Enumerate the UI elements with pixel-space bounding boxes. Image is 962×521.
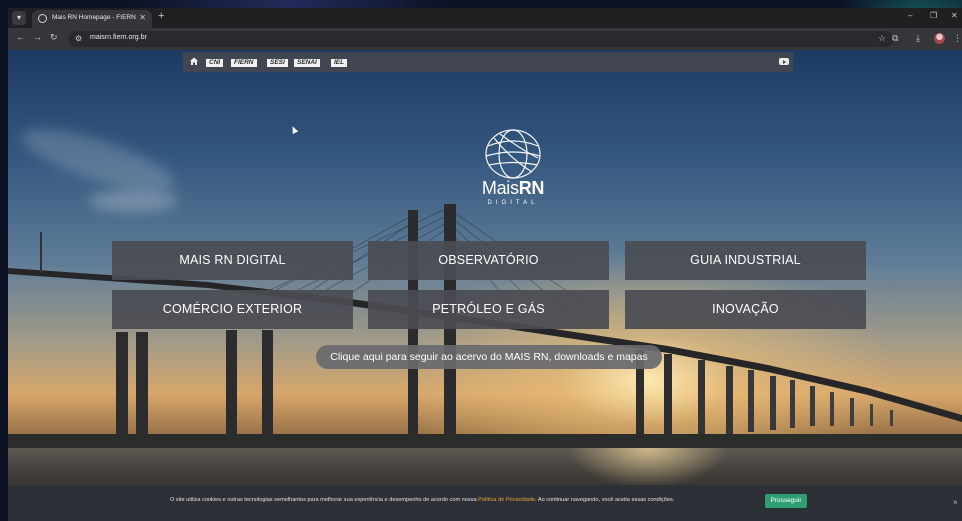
url-text[interactable]: maisrn.fiern.org.br	[90, 34, 147, 41]
more-menu-icon[interactable]: ⋮	[953, 33, 962, 44]
cookie-close-icon[interactable]: ×	[953, 498, 958, 507]
globe-icon	[485, 129, 541, 179]
browser-toolbar: ← → ↻ ⚙ maisrn.fiern.org.br ☆ ⧉ ⤓ ⋮	[8, 28, 962, 50]
menu-petroleo-e-gas[interactable]: PETRÓLEO E GÁS	[368, 290, 609, 329]
close-window-icon[interactable]: ✕	[951, 11, 958, 20]
logo-subtitle: DIGITAL	[487, 200, 539, 206]
logo-wordmark: MaisRN	[481, 178, 545, 198]
nav-link-cni[interactable]: CNI	[206, 59, 224, 67]
tab-title: Mais RN Homepage - FIERN	[52, 14, 136, 21]
privacy-policy-link[interactable]: Política de Privacidade	[478, 497, 535, 503]
cookie-accept-button[interactable]: Prosseguir	[765, 494, 807, 508]
tab-search-icon[interactable]: ▾	[12, 11, 26, 25]
menu-comercio-exterior[interactable]: COMÉRCIO EXTERIOR	[112, 290, 353, 329]
bookmark-star-icon[interactable]: ☆	[878, 33, 886, 44]
nav-link-iel[interactable]: IEL	[331, 59, 348, 67]
menu-guia-industrial[interactable]: GUIA INDUSTRIAL	[625, 241, 866, 280]
tab-close-icon[interactable]: ✕	[139, 13, 146, 22]
maximize-icon[interactable]: ❐	[930, 11, 937, 20]
cookie-banner: O site utiliza cookies e outras tecnolog…	[8, 485, 962, 521]
institutional-nav: CNI FIERN SESI SENAI IEL	[183, 52, 793, 72]
nav-link-fiern[interactable]: FIERN	[231, 59, 257, 67]
shoreline	[8, 434, 962, 448]
minimize-icon[interactable]: –	[908, 11, 912, 20]
reload-icon[interactable]: ↻	[50, 32, 58, 43]
menu-observatorio[interactable]: OBSERVATÓRIO	[368, 241, 609, 280]
cookie-text: O site utiliza cookies e outras tecnolog…	[170, 497, 675, 503]
extensions-icon[interactable]: ⧉	[892, 33, 898, 44]
youtube-icon[interactable]	[779, 58, 789, 65]
back-icon[interactable]: ←	[16, 32, 25, 42]
page-hero: CNI FIERN SESI SENAI IEL MaisRN DIGITAL …	[8, 50, 962, 521]
favicon-icon	[38, 14, 47, 23]
forward-icon[interactable]: →	[33, 32, 42, 42]
mais-rn-logo[interactable]: MaisRN DIGITAL	[453, 128, 573, 213]
home-icon[interactable]	[189, 56, 199, 66]
new-tab-icon[interactable]: +	[158, 10, 164, 22]
profile-avatar[interactable]	[934, 33, 945, 44]
download-icon[interactable]: ⤓	[916, 33, 920, 44]
site-settings-icon[interactable]: ⚙	[75, 34, 82, 43]
screen: ▾ Mais RN Homepage - FIERN ✕ + – ❐ ✕ ← →…	[0, 0, 962, 521]
browser-tab[interactable]: Mais RN Homepage - FIERN ✕	[32, 10, 152, 28]
nav-link-senai[interactable]: SENAI	[294, 59, 320, 67]
browser-tab-strip: ▾ Mais RN Homepage - FIERN ✕ + – ❐ ✕	[8, 8, 962, 28]
menu-inovacao[interactable]: INOVAÇÃO	[625, 290, 866, 329]
archive-link-button[interactable]: Clique aqui para seguir ao acervo do MAI…	[316, 345, 662, 369]
nav-link-sesi[interactable]: SESI	[267, 59, 288, 67]
address-bar[interactable]: ⚙ maisrn.fiern.org.br ☆	[68, 31, 894, 47]
water-reflection	[568, 448, 728, 488]
menu-mais-rn-digital[interactable]: MAIS RN DIGITAL	[112, 241, 353, 280]
